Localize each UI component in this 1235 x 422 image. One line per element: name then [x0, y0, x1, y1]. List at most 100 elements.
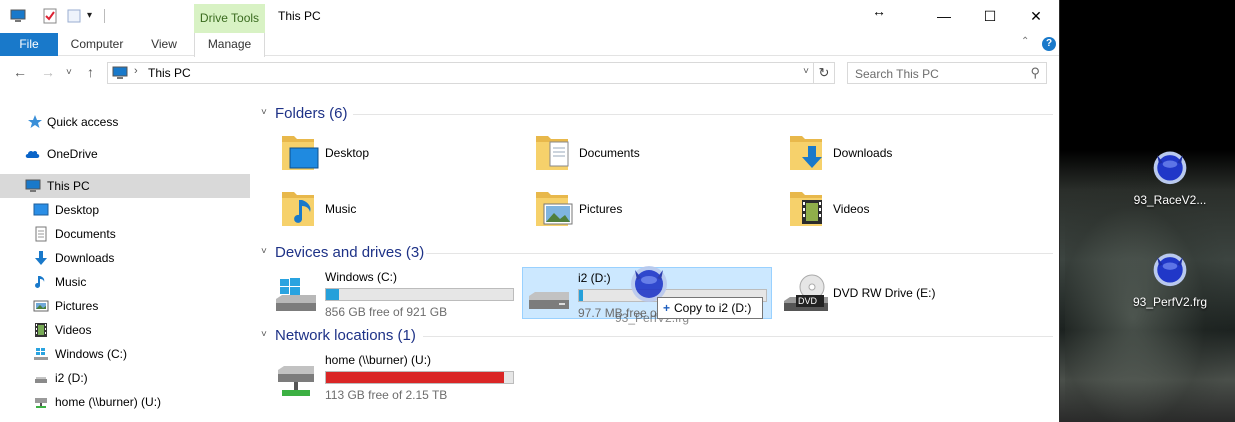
computer-icon [112, 66, 128, 79]
folder-videos[interactable]: Videos [788, 186, 1018, 234]
folder-label: Documents [579, 146, 640, 160]
folder-desktop[interactable]: Desktop [280, 130, 510, 178]
group-header-network[interactable]: ˅ Network locations (1) [250, 324, 1056, 346]
folder-documents[interactable]: Documents [534, 130, 764, 178]
nav-item-pictures[interactable]: Pictures [0, 294, 250, 318]
desktop-file-perfv2[interactable]: 93_PerfV2.frg [1130, 248, 1210, 309]
nav-item-desktop[interactable]: Desktop [0, 198, 250, 222]
drag-action-text: Copy to i2 (D:) [674, 301, 752, 315]
nav-label: i2 (D:) [55, 371, 88, 385]
resize-cursor-icon: ↔ [872, 3, 886, 19]
group-title: Devices and drives (3) [275, 244, 425, 261]
search-icon: ⚲ [1030, 65, 1040, 80]
drive-icon [529, 292, 569, 309]
capacity-bar [325, 371, 514, 384]
folder-label: Videos [833, 202, 870, 216]
film-icon [35, 323, 47, 337]
computer-icon[interactable] [10, 8, 26, 24]
group-title: Folders (6) [275, 105, 348, 122]
breadcrumb-separator-icon[interactable]: › [134, 65, 138, 77]
star-icon [28, 115, 42, 128]
downloads-folder-icon [790, 136, 822, 170]
folder-pictures[interactable]: Pictures [534, 186, 764, 234]
desktop-background: 93_RaceV2... 93_PerfV2.frg [1060, 0, 1235, 422]
network-drive-icon [35, 398, 47, 408]
nav-label: Music [55, 275, 87, 289]
pictures-icon [33, 300, 49, 312]
desktop-file-label: 93_RaceV2... [1133, 193, 1207, 207]
nav-label: OneDrive [47, 147, 98, 161]
nav-label: Documents [55, 227, 116, 241]
tab-manage[interactable]: Manage [194, 33, 265, 57]
nav-item-onedrive[interactable]: OneDrive [0, 142, 250, 166]
folder-downloads[interactable]: Downloads [788, 130, 1018, 178]
breadcrumb-this-pc[interactable]: This PC [148, 66, 191, 80]
chevron-down-icon[interactable]: ˅ [261, 107, 267, 118]
nav-label: Quick access [47, 115, 119, 129]
nav-item-downloads[interactable]: Downloads [0, 246, 250, 270]
computer-icon [25, 179, 41, 192]
music-note-icon [35, 276, 45, 288]
forward-arrow-icon[interactable]: → [41, 64, 55, 80]
desktop-file-racev2[interactable]: 93_RaceV2... [1130, 146, 1210, 207]
folder-label: Music [325, 202, 357, 216]
nav-item-home-u[interactable]: home (\\burner) (U:) [0, 390, 250, 414]
explorer-window: ▾ Drive Tools This PC ↔ — ☐ ✕ File Compu… [0, 0, 1060, 422]
drive-icon [35, 377, 47, 383]
properties-icon[interactable] [42, 8, 58, 24]
nav-label: Desktop [55, 203, 100, 217]
back-arrow-icon[interactable]: ← [13, 64, 27, 80]
network-drive-icon [278, 366, 314, 396]
nav-item-quick-access[interactable]: Quick access [0, 110, 250, 134]
folder-label: Desktop [325, 146, 370, 160]
drive-home-u[interactable]: home (\\burner) (U:) 113 GB free of 2.15… [270, 350, 520, 402]
help-icon[interactable]: ? [1042, 37, 1056, 51]
folder-label: Downloads [833, 146, 893, 160]
nav-item-videos[interactable]: Videos [0, 318, 250, 342]
drive-windows-c[interactable]: Windows (C:) 856 GB free of 921 GB [270, 267, 520, 319]
nav-item-documents[interactable]: Documents [0, 222, 250, 246]
ribbon-collapse-icon[interactable]: ⌃ [1021, 36, 1029, 47]
minimize-button[interactable]: — [921, 0, 967, 33]
recent-locations-chevron-icon[interactable]: ˅ [66, 67, 72, 78]
navigation-pane: Quick access OneDrive This PC Desktop Do… [0, 96, 250, 422]
customize-qat-icon[interactable]: ▾ [87, 8, 103, 24]
chevron-down-icon[interactable]: ˅ [261, 329, 267, 340]
nav-item-music[interactable]: Music [0, 270, 250, 294]
videos-folder-icon [790, 192, 822, 226]
nav-label: Downloads [55, 251, 115, 265]
nav-label: Pictures [55, 299, 99, 313]
tab-view[interactable]: View [138, 33, 190, 56]
address-dropdown-icon[interactable]: ˅ [803, 66, 809, 77]
search-input[interactable]: Search This PC ⚲ [847, 62, 1047, 84]
blue-demon-file-icon [1153, 151, 1187, 185]
desktop-folder-icon [282, 136, 319, 170]
ribbon-tab-strip: File Computer View Manage ⌃ ? [0, 33, 1059, 57]
nav-label: home (\\burner) (U:) [55, 395, 162, 409]
close-button[interactable]: ✕ [1013, 0, 1059, 33]
nav-item-this-pc[interactable]: This PC [0, 174, 250, 198]
windows-drive-icon [34, 348, 48, 360]
refresh-button[interactable]: ↻ [813, 62, 835, 84]
maximize-button[interactable]: ☐ [967, 0, 1013, 33]
folder-music[interactable]: Music [280, 186, 510, 234]
tab-file[interactable]: File [0, 33, 58, 56]
group-title: Network locations (1) [275, 327, 416, 344]
nav-item-windows-c[interactable]: Windows (C:) [0, 342, 250, 366]
capacity-bar-fill [579, 290, 583, 301]
documents-folder-icon [536, 136, 569, 170]
group-divider [426, 253, 1053, 254]
nav-item-i2-d[interactable]: i2 (D:) [0, 366, 250, 390]
drive-tools-context-tab: Drive Tools [194, 4, 265, 33]
drive-name: DVD RW Drive (E:) [833, 286, 936, 300]
qat-separator [104, 9, 105, 23]
folder-label: Pictures [579, 202, 623, 216]
tab-computer[interactable]: Computer [62, 33, 132, 56]
chevron-down-icon[interactable]: ˅ [261, 246, 267, 257]
drive-free-space: 856 GB free of 921 GB [325, 305, 448, 319]
new-folder-icon[interactable] [66, 8, 82, 24]
drive-dvd-e[interactable]: DVD DVD RW Drive (E:) [778, 267, 1028, 319]
address-bar[interactable]: › This PC ˅ [107, 62, 814, 84]
group-header-folders[interactable]: ˅ Folders (6) [250, 102, 1056, 124]
up-arrow-icon[interactable]: ↑ [87, 64, 94, 80]
